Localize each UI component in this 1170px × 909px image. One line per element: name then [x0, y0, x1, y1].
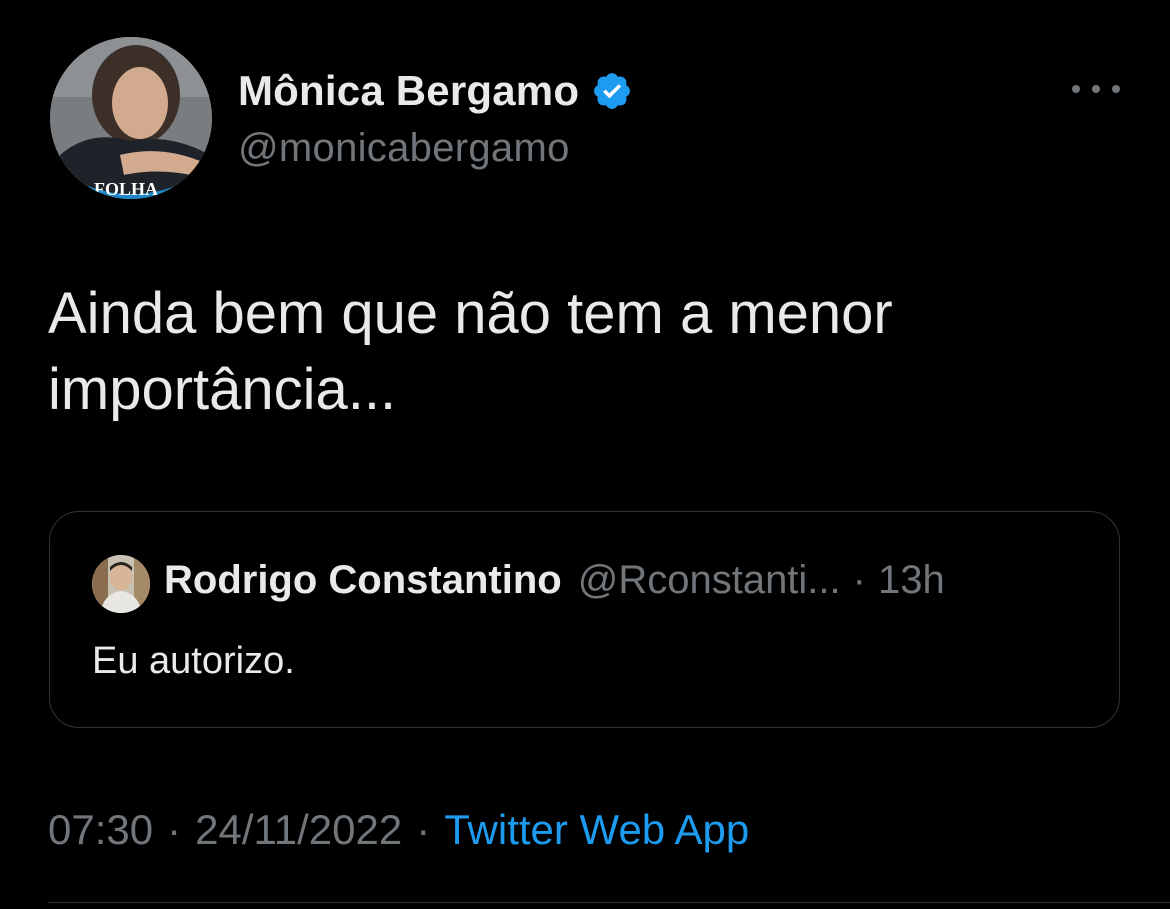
- divider: [48, 902, 1170, 903]
- more-dot: [1112, 85, 1120, 93]
- author-name-row: Mônica Bergamo: [238, 64, 633, 118]
- quoted-tweet-header: Rodrigo Constantino @Rconstanti... · 13h: [164, 558, 945, 612]
- quoted-tweet-card[interactable]: Rodrigo Constantino @Rconstanti... · 13h…: [49, 511, 1120, 728]
- quoted-author-handle: @Rconstanti...: [577, 558, 841, 602]
- tweet-metadata: 07:30 · 24/11/2022 · Twitter Web App: [48, 806, 749, 854]
- author-handle[interactable]: @monicabergamo: [238, 126, 570, 171]
- more-options-icon[interactable]: [1072, 74, 1120, 104]
- footer-separator: ·: [167, 806, 182, 853]
- quoted-separator: ·: [852, 558, 866, 602]
- tweet-text: Ainda bem que não tem a menor importânci…: [48, 281, 893, 422]
- footer-separator: ·: [416, 806, 431, 853]
- quoted-author-avatar: [92, 555, 150, 613]
- author-avatar[interactable]: FOLHA: [50, 37, 212, 199]
- quoted-tweet-text: Eu autorizo.: [92, 640, 295, 682]
- quoted-author-name: Rodrigo Constantino: [164, 558, 562, 602]
- author-display-name[interactable]: Mônica Bergamo: [238, 67, 579, 115]
- more-dot: [1072, 85, 1080, 93]
- tweet: FOLHA Mônica Bergamo @monicabergamo Aind…: [0, 0, 1170, 909]
- tweet-source-link[interactable]: Twitter Web App: [444, 806, 749, 854]
- folha-badge-text: FOLHA: [94, 179, 158, 199]
- verified-badge-icon: [591, 70, 633, 112]
- more-dot: [1092, 85, 1100, 93]
- tweet-time[interactable]: 07:30: [48, 806, 153, 854]
- quoted-author-avatar-image: [92, 555, 150, 613]
- tweet-date[interactable]: 24/11/2022: [195, 806, 402, 854]
- author-avatar-image: FOLHA: [50, 37, 212, 199]
- quoted-tweet-time: 13h: [877, 558, 945, 602]
